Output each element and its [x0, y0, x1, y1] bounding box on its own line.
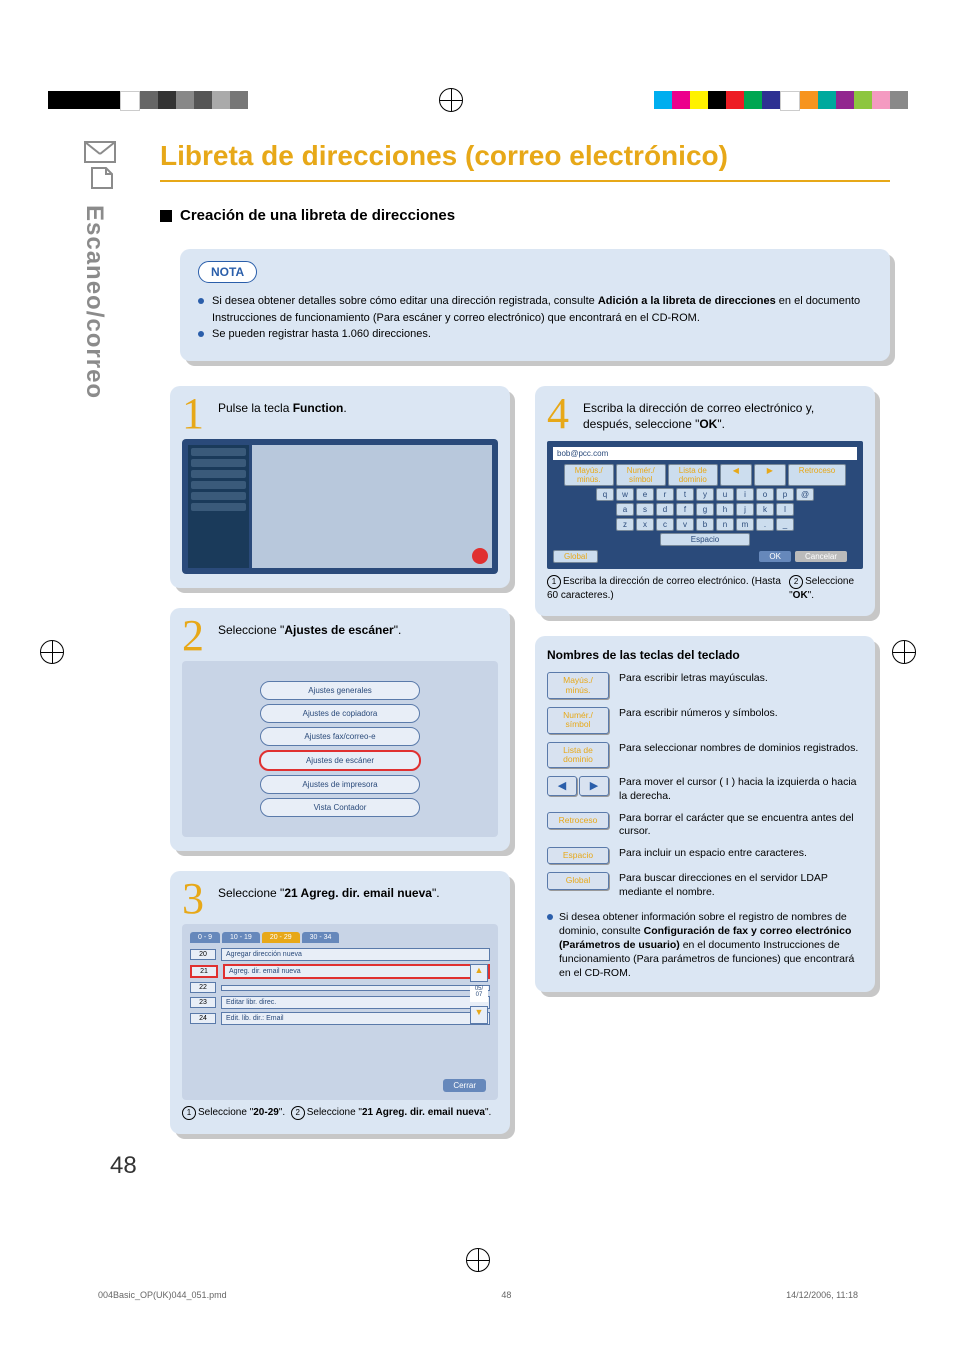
note-label: NOTA — [198, 261, 257, 283]
cmyk-bar-right — [654, 91, 908, 109]
page-title: Libreta de direcciones (correo electróni… — [160, 140, 890, 182]
down-arrow-icon: ▼ — [470, 1006, 488, 1024]
cmyk-bar-left — [48, 91, 248, 109]
screenshot-settings-menu: Ajustes generalesAjustes de copiadoraAju… — [182, 661, 498, 837]
note-list: Si desea obtener detalles sobre cómo edi… — [198, 293, 872, 343]
footer-date: 14/12/2006, 11:18 — [786, 1290, 858, 1300]
screenshot-keyboard: bob@pcc.com Mayús./minús.Numér./símbolLi… — [547, 441, 863, 569]
screenshot-control-panel — [182, 439, 498, 574]
note-box: NOTA Si desea obtener detalles sobre cóm… — [180, 249, 890, 361]
page-number: 48 — [110, 1152, 137, 1180]
cancel-key: Cancelar — [795, 551, 847, 562]
manual-page: Escaneo/correo Libreta de direcciones (c… — [0, 0, 954, 1352]
step-1: 1 Pulse la tecla Function. — [170, 386, 510, 588]
section-tab: Escaneo/correo — [80, 140, 130, 440]
caption: 1Seleccione "20-29". 2Seleccione "21 Agr… — [182, 1106, 498, 1120]
keyboard-footer: Global OK Cancelar — [553, 550, 857, 563]
up-arrow-icon: ▲ — [470, 964, 488, 982]
top-registration — [48, 88, 908, 112]
caption: 1Escriba la dirección de correo electrón… — [547, 575, 863, 602]
steps-columns: 1 Pulse la tecla Function. 2 Seleccione … — [170, 386, 890, 1135]
registration-mark-icon — [466, 1248, 490, 1272]
square-bullet-icon — [160, 210, 172, 222]
screenshot-function-list: 0 - 910 - 1920 - 2930 - 34 20Agregar dir… — [182, 924, 498, 1100]
step-3: 3 Seleccione "21 Agreg. dir. email nueva… — [170, 871, 510, 1134]
registration-mark-icon — [892, 640, 914, 662]
step-number: 1 — [182, 396, 210, 431]
step-number: 2 — [182, 618, 210, 653]
tab-row: 0 - 910 - 1920 - 2930 - 34 — [190, 932, 490, 943]
keyboard-reference: Nombres de las teclas del teclado Mayús.… — [535, 636, 875, 992]
step-text: Escriba la dirección de correo electróni… — [583, 396, 863, 434]
close-button: Cerrar — [443, 1079, 486, 1092]
space-key: Espacio — [660, 533, 750, 546]
circled-2-icon: 2 — [291, 1106, 305, 1120]
reference-rows: Mayús./minús.Para escribir letras mayúsc… — [547, 672, 863, 899]
subtitle: Creación de una libreta de direcciones — [180, 207, 455, 224]
footer-page: 48 — [501, 1290, 511, 1300]
circled-1-icon: 1 — [547, 575, 561, 589]
circled-2-icon: 2 — [789, 575, 803, 589]
col-left: 1 Pulse la tecla Function. 2 Seleccione … — [170, 386, 510, 1135]
step-2: 2 Seleccione "Ajustes de escáner". Ajust… — [170, 608, 510, 851]
email-field-display: bob@pcc.com — [553, 447, 857, 460]
page-content: Escaneo/correo Libreta de direcciones (c… — [90, 140, 890, 1190]
step-number: 4 — [547, 396, 575, 431]
scroll-arrows: ▲05/07▼ — [470, 964, 488, 1024]
tab-label: Escaneo/correo — [80, 205, 108, 399]
reference-title: Nombres de las teclas del teclado — [547, 648, 863, 662]
global-key: Global — [553, 550, 598, 563]
bottom-registration — [48, 1248, 908, 1272]
step-number: 3 — [182, 881, 210, 916]
scan-mail-icon — [80, 140, 120, 190]
col-right: 4 Escriba la dirección de correo electró… — [535, 386, 875, 1135]
footer-file: 004Basic_OP(UK)044_051.pmd — [98, 1290, 227, 1300]
list-rows: 20Agregar dirección nueva21Agreg. dir. e… — [190, 948, 490, 1025]
step-text: Seleccione "Ajustes de escáner". — [218, 618, 401, 639]
print-footer: 004Basic_OP(UK)044_051.pmd 48 14/12/2006… — [98, 1290, 858, 1300]
keyboard-top-row: Mayús./minús.Numér./símbolLista dedomini… — [553, 464, 857, 486]
keyboard-keys: qwertyuiop@asdfghjklzxcvbnm._ — [553, 488, 857, 531]
step-text: Pulse la tecla Function. — [218, 396, 347, 417]
step-4: 4 Escriba la dirección de correo electró… — [535, 386, 875, 617]
registration-mark-icon — [439, 88, 463, 112]
step-text: Seleccione "21 Agreg. dir. email nueva". — [218, 881, 440, 902]
registration-mark-icon — [40, 640, 62, 662]
circled-1-icon: 1 — [182, 1106, 196, 1120]
section-heading: Creación de una libreta de direcciones — [160, 207, 890, 224]
ok-key: OK — [759, 551, 791, 562]
reference-footnote: Si desea obtener información sobre el re… — [547, 910, 863, 981]
